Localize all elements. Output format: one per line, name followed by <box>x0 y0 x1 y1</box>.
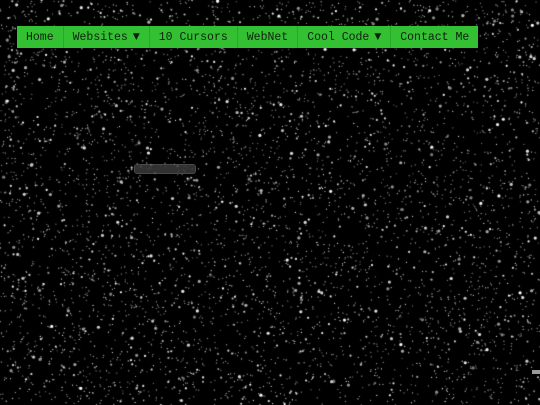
cursor-trail <box>134 164 196 174</box>
chevron-down-icon: ▼ <box>374 32 382 42</box>
nav-home[interactable]: Home <box>17 26 64 48</box>
nav-10-cursors-label: 10 Cursors <box>158 30 228 44</box>
main-nav: Home Websites ▼ 10 Cursors WebNet Cool C… <box>17 26 479 48</box>
nav-cool-code[interactable]: Cool Code ▼ <box>298 26 392 48</box>
edge-mark <box>532 370 540 374</box>
nav-websites-label: Websites <box>72 30 128 44</box>
nav-contact-me-label: Contact Me <box>400 30 470 44</box>
nav-webnet-label: WebNet <box>246 30 289 44</box>
nav-contact-me[interactable]: Contact Me <box>391 26 478 48</box>
nav-cool-code-label: Cool Code <box>307 30 370 44</box>
nav-webnet[interactable]: WebNet <box>238 26 299 48</box>
chevron-down-icon: ▼ <box>132 32 140 42</box>
nav-10-cursors[interactable]: 10 Cursors <box>150 26 238 48</box>
nav-home-label: Home <box>26 30 54 44</box>
nav-websites[interactable]: Websites ▼ <box>64 26 150 48</box>
starfield-background <box>0 0 540 405</box>
